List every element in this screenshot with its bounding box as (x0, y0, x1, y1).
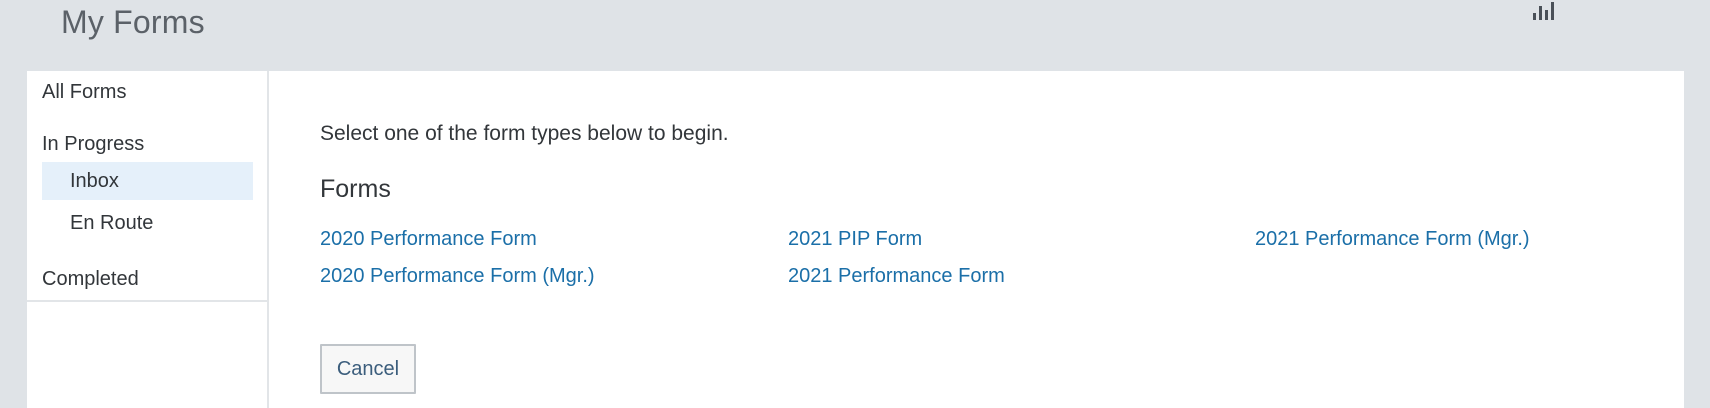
form-link[interactable]: 2020 Performance Form (320, 228, 537, 251)
form-link[interactable]: 2021 Performance Form (788, 265, 1005, 288)
sidebar-item-all-forms[interactable]: All Forms (42, 81, 126, 104)
bar-chart-icon[interactable] (1530, 0, 1560, 22)
form-link[interactable]: 2020 Performance Form (Mgr.) (320, 265, 595, 288)
cancel-button[interactable]: Cancel (320, 344, 416, 394)
sidebar-item-en-route[interactable]: En Route (70, 212, 153, 235)
forms-panel: All Forms In Progress Inbox En Route Com… (27, 71, 1684, 408)
main-content: Select one of the form types below to be… (320, 71, 1684, 408)
intro-text: Select one of the form types below to be… (320, 122, 729, 145)
form-link[interactable]: 2021 PIP Form (788, 228, 922, 251)
sidebar-item-completed[interactable]: Completed (42, 268, 139, 291)
sidebar-item-inbox[interactable]: Inbox (42, 162, 253, 200)
sidebar-nav: All Forms In Progress Inbox En Route Com… (27, 71, 267, 302)
page-title: My Forms (61, 4, 205, 40)
section-title: Forms (320, 175, 391, 203)
form-link[interactable]: 2021 Performance Form (Mgr.) (1255, 228, 1530, 251)
sidebar-group-in-progress: In Progress (42, 133, 145, 155)
sidebar: All Forms In Progress Inbox En Route Com… (27, 71, 269, 408)
